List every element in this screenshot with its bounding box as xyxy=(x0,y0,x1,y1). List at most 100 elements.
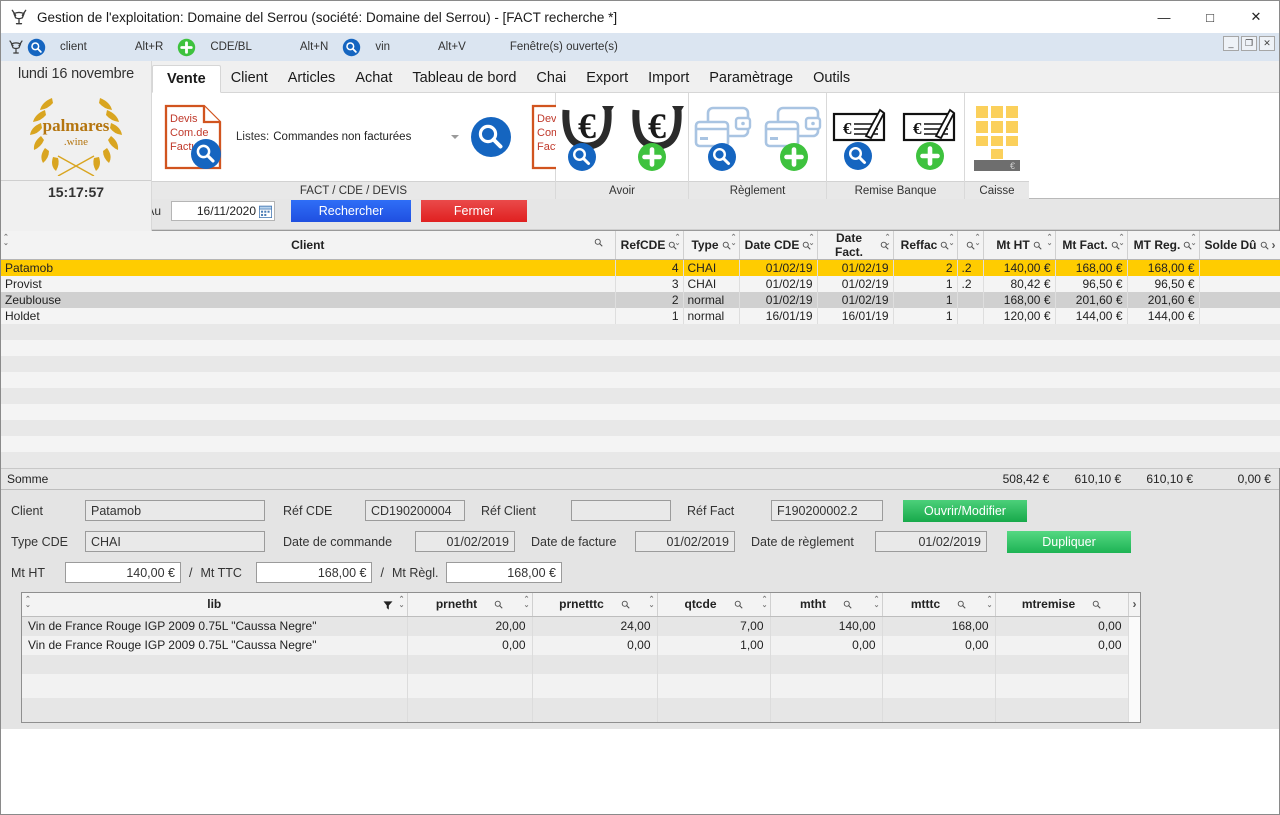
mdi-restore-button[interactable]: ❐ xyxy=(1241,36,1257,51)
col-header-prnetht[interactable]: prnetht ⌃⌄ xyxy=(407,593,532,617)
quickbar-open-windows-label[interactable]: Fenêtre(s) ouverte(s) xyxy=(510,41,618,53)
open-modify-button[interactable]: Ouvrir/Modifier xyxy=(903,500,1027,522)
detail-mtregl-field[interactable]: 168,00 € xyxy=(446,562,562,583)
col-header-datefact[interactable]: Date Fact. ⌃⌄ xyxy=(817,231,893,260)
column-filter-icon[interactable] xyxy=(621,600,630,609)
detail-mtttc-field[interactable]: 168,00 € xyxy=(256,562,372,583)
lines-vertical-scrollbar[interactable] xyxy=(1128,617,1140,722)
search-button[interactable]: Rechercher xyxy=(291,200,411,222)
column-filter-icon[interactable] xyxy=(594,238,603,247)
list-search-button[interactable] xyxy=(465,115,517,159)
column-filter-icon[interactable] xyxy=(1260,241,1269,250)
col-header-client[interactable]: ⌃⌄ Client xyxy=(1,231,615,260)
column-filter-icon[interactable] xyxy=(1033,241,1042,250)
list-item-empty[interactable] xyxy=(22,655,1140,674)
list-item-empty[interactable] xyxy=(22,698,1140,722)
detail-client-field[interactable]: Patamob xyxy=(85,500,265,521)
search-document-button[interactable]: Devis Com.de Facture xyxy=(158,102,230,172)
detail-datefacture-field[interactable]: 01/02/2019 xyxy=(635,531,735,552)
add-cde-icon[interactable] xyxy=(177,38,196,57)
col-header-lib[interactable]: ⌃⌄ lib ⌃⌄ xyxy=(22,593,407,617)
table-row-empty[interactable] xyxy=(1,404,1280,420)
search-reglement-button[interactable] xyxy=(688,102,758,172)
col-header-mtfact[interactable]: Mt Fact. ⌃⌄ xyxy=(1055,231,1127,260)
col-header-soldedu[interactable]: Solde Dû › xyxy=(1199,231,1280,260)
table-row-empty[interactable] xyxy=(1,436,1280,452)
date-to-input[interactable]: 16/11/2020 xyxy=(171,201,275,221)
table-row-empty[interactable] xyxy=(1,420,1280,436)
col-header-prnetttc[interactable]: prnetttc ⌃⌄ xyxy=(532,593,657,617)
detail-datecommande-field[interactable]: 01/02/2019 xyxy=(415,531,515,552)
col-header-refcde[interactable]: RefCDE ⌃⌄ xyxy=(615,231,683,260)
menu-item-vente[interactable]: Vente xyxy=(152,65,221,93)
table-row[interactable]: Zeublouse 2 normal 01/02/19 01/02/19 1 1… xyxy=(1,292,1280,308)
menu-item-client[interactable]: Client xyxy=(221,64,278,92)
search-client-icon[interactable] xyxy=(27,38,46,57)
menu-item-import[interactable]: Import xyxy=(638,64,699,92)
menu-item-achat[interactable]: Achat xyxy=(345,64,402,92)
col-header-datecde[interactable]: Date CDE ⌃⌄ xyxy=(739,231,817,260)
table-row-empty[interactable] xyxy=(1,372,1280,388)
detail-refcde-field[interactable]: CD190200004 xyxy=(365,500,465,521)
table-row-empty[interactable] xyxy=(1,324,1280,340)
new-reglement-button[interactable] xyxy=(758,102,828,172)
search-avoir-button[interactable]: € xyxy=(552,102,622,172)
col-header-mtht[interactable]: Mt HT ⌃⌄ xyxy=(983,231,1055,260)
col-header-reffac2[interactable]: ⌃⌄ xyxy=(957,231,983,260)
column-filter-icon[interactable] xyxy=(1092,600,1101,609)
mdi-minimize-button[interactable]: _ xyxy=(1223,36,1239,51)
mdi-close-button[interactable]: ✕ xyxy=(1259,36,1275,51)
col-header-mtremise[interactable]: mtremise xyxy=(995,593,1128,617)
table-row-empty[interactable] xyxy=(1,356,1280,372)
table-row[interactable]: Holdet 1 normal 16/01/19 16/01/19 1 120,… xyxy=(1,308,1280,324)
detail-datereglement-field[interactable]: 01/02/2019 xyxy=(875,531,987,552)
detail-refclient-field[interactable] xyxy=(571,500,671,521)
column-filter-icon[interactable] xyxy=(494,600,503,609)
list-selector-combo[interactable]: Commandes non facturées xyxy=(273,131,459,143)
table-row[interactable]: Provist 3 CHAI 01/02/19 01/02/19 1 .2 80… xyxy=(1,276,1280,292)
table-row-empty[interactable] xyxy=(1,388,1280,404)
scroll-right-icon[interactable]: › xyxy=(1133,597,1137,611)
table-row-empty[interactable] xyxy=(1,340,1280,356)
list-item[interactable]: Vin de France Rouge IGP 2009 0.75L "Caus… xyxy=(22,617,1140,636)
new-avoir-button[interactable]: € xyxy=(622,102,692,172)
menu-item-chai[interactable]: Chai xyxy=(526,64,576,92)
scroll-right-icon[interactable]: › xyxy=(1272,238,1276,252)
detail-mtht-field[interactable]: 140,00 € xyxy=(65,562,181,583)
col-header-mtreg[interactable]: MT Reg. ⌃⌄ xyxy=(1127,231,1199,260)
column-filter-icon[interactable] xyxy=(957,600,966,609)
close-button[interactable]: ✕ xyxy=(1233,1,1279,33)
minimize-button[interactable]: — xyxy=(1141,1,1187,33)
column-filter-icon[interactable] xyxy=(843,600,852,609)
duplicate-button[interactable]: Dupliquer xyxy=(1007,531,1131,553)
menu-item-parametrage[interactable]: Paramètrage xyxy=(699,64,803,92)
menu-item-outils[interactable]: Outils xyxy=(803,64,860,92)
col-header-mtttc-line[interactable]: mtttc ⌃⌄ xyxy=(882,593,995,617)
menu-item-tableau-de-bord[interactable]: Tableau de bord xyxy=(402,64,526,92)
table-row[interactable]: Patamob 4 CHAI 01/02/19 01/02/19 2 .2 14… xyxy=(1,260,1280,276)
col-header-type[interactable]: Type ⌃⌄ xyxy=(683,231,739,260)
col-header-more[interactable]: › xyxy=(1128,593,1140,617)
new-remise-button[interactable]: € xyxy=(896,102,966,172)
column-filter-icon[interactable] xyxy=(734,600,743,609)
col-header-mtht-line[interactable]: mtht ⌃⌄ xyxy=(770,593,882,617)
calendar-icon[interactable] xyxy=(259,205,272,218)
menu-item-export[interactable]: Export xyxy=(576,64,638,92)
search-vin-icon[interactable] xyxy=(342,38,361,57)
table-row-empty[interactable] xyxy=(1,452,1280,468)
search-remise-button[interactable]: € xyxy=(826,102,896,172)
maximize-button[interactable]: □ xyxy=(1187,1,1233,33)
menu-item-articles[interactable]: Articles xyxy=(278,64,346,92)
list-selector[interactable]: Listes: Commandes non facturées xyxy=(236,131,459,143)
caisse-button[interactable]: € xyxy=(966,102,1028,172)
list-item-empty[interactable] xyxy=(22,674,1140,698)
close-form-button[interactable]: Fermer xyxy=(421,200,527,222)
list-item[interactable]: Vin de France Rouge IGP 2009 0.75L "Caus… xyxy=(22,636,1140,655)
detail-reffact-field[interactable]: F190200002.2 xyxy=(771,500,883,521)
filter-funnel-icon[interactable] xyxy=(383,601,393,610)
col-header-qtcde[interactable]: qtcde ⌃⌄ xyxy=(657,593,770,617)
col-header-reffac[interactable]: Reffac ⌃⌄ xyxy=(893,231,957,260)
column-filter-icon[interactable] xyxy=(722,241,731,250)
column-filter-icon[interactable] xyxy=(966,241,975,250)
detail-typecde-field[interactable]: CHAI xyxy=(85,531,265,552)
